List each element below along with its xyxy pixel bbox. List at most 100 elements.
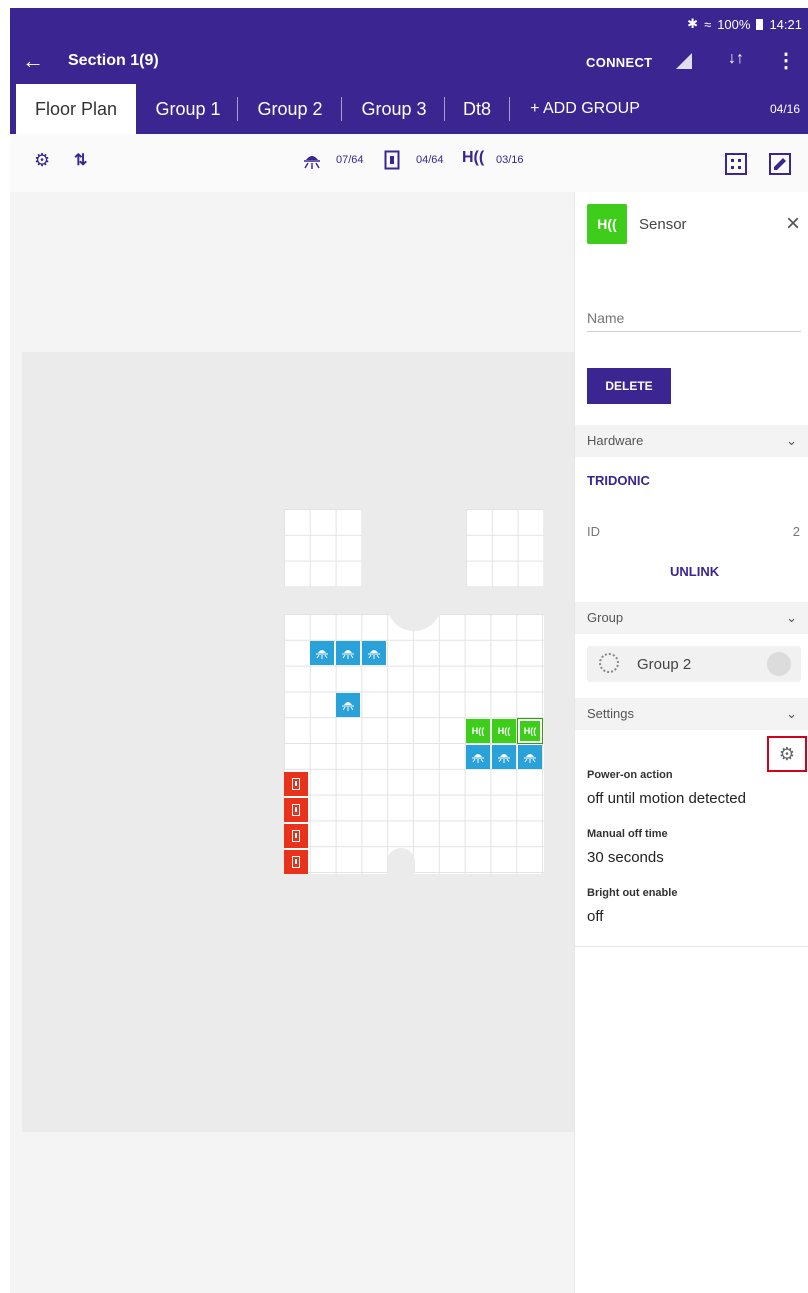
bluetooth-icon: ✱ [687,16,699,31]
group-name: Group 2 [637,656,692,673]
tab-group-1[interactable]: Group 1 [140,84,236,134]
ceiling-light-icon [342,650,354,659]
setting-value: 30 seconds [587,849,664,866]
section-title: Section 1(9) [68,52,159,69]
back-arrow-icon[interactable]: ← [22,48,44,74]
tab-divider [237,97,238,121]
hardware-section-header[interactable]: Hardware ⌄ [575,425,808,457]
tab-label: Floor Plan [34,99,118,119]
section-title: Group [587,610,624,625]
chevron-down-icon: ⌄ [786,610,797,625]
switch-device[interactable] [284,798,308,822]
close-icon[interactable]: × [786,210,800,238]
hardware-vendor: TRIDONIC [587,473,650,488]
settings-gear-button[interactable]: ⚙ [767,736,807,772]
tab-dt8[interactable]: Dt8 [448,84,506,134]
add-group-label: + ADD GROUP [530,100,640,117]
app-bar: ← Section 1(9) CONNECT ↓↑ ⋮ [10,40,808,84]
tab-divider [341,97,342,121]
light-device[interactable] [336,693,360,717]
sensor-counter: 03/16 [496,154,524,166]
switch-device[interactable] [284,850,308,874]
tab-label: Group 3 [361,99,427,119]
light-device[interactable] [310,641,334,665]
unlink-button[interactable]: UNLINK [670,564,719,579]
switch-icon [292,856,300,868]
switch-device[interactable] [284,772,308,796]
connect-button[interactable]: CONNECT [586,55,652,70]
id-label: ID [587,524,600,539]
switch-counter: 04/64 [416,154,444,166]
ceiling-light-icon [342,702,354,711]
clock: 14:21 [769,16,802,32]
add-group-button[interactable]: + ADD GROUP [516,84,654,134]
light-device[interactable] [518,745,542,769]
tab-label: Group 2 [257,99,323,119]
room-upper-left [284,509,362,587]
ceiling-light-icon [498,754,510,763]
sliders-icon[interactable]: ⇅ [74,150,87,170]
ceiling-light-icon [304,156,320,169]
tab-label: Dt8 [462,99,491,119]
signal-icon [676,53,692,69]
fit-screen-icon[interactable] [724,152,748,176]
name-input[interactable] [587,304,801,332]
sensor-type-icon: H(( [587,204,627,244]
floorplan-toolbar: ⚙ ⇅ 07/64 04/64 H(( 03/16 [10,134,808,192]
group-toggle[interactable] [767,652,791,676]
setting-label: Power-on action [587,769,673,781]
chevron-down-icon: ⌄ [786,706,797,721]
sensor-device[interactable]: H(( [466,719,490,743]
settings-section-header[interactable]: Settings ⌄ [575,698,808,730]
light-device[interactable] [492,745,516,769]
switch-icon [384,150,400,170]
setting-value: off until motion detected [587,790,746,807]
section-title: Settings [587,706,634,721]
tab-floor-plan[interactable]: Floor Plan [16,84,136,134]
tab-group-3[interactable]: Group 3 [346,84,442,134]
group-section-header[interactable]: Group ⌄ [575,602,808,634]
light-device[interactable] [466,745,490,769]
switch-icon [292,830,300,842]
door-bottom [387,848,415,876]
delete-button[interactable]: DELETE [587,368,671,404]
selected-sensor-device[interactable]: H(( [517,718,543,744]
more-menu-icon[interactable]: ⋮ [776,48,796,73]
switch-device[interactable] [284,824,308,848]
gear-icon[interactable]: ⚙ [34,150,50,171]
floor-plan-canvas[interactable]: H(( H(( H(( [22,352,574,1132]
switch-icon [292,804,300,816]
light-device[interactable] [362,641,386,665]
device-type-label: Sensor [639,216,687,233]
sensor-icon: H(( [523,726,537,736]
app-window: ✱ ≈ 100% 14:21 ← Section 1(9) CONNECT ↓↑… [10,8,808,1293]
room-upper-right [466,509,544,587]
setting-value: off [587,908,604,925]
divider [575,946,808,947]
tab-group-2[interactable]: Group 2 [242,84,338,134]
edit-icon[interactable] [768,152,792,176]
ceiling-light-icon [368,650,380,659]
id-value: 2 [792,524,800,539]
sort-icon[interactable]: ↓↑ [728,50,744,68]
switch-icon [292,778,300,790]
light-device[interactable] [336,641,360,665]
section-title: Hardware [587,433,644,448]
sensor-icon: H(( [462,149,485,166]
status-bar: ✱ ≈ 100% 14:21 [10,8,808,40]
group-count: 04/16 [769,102,800,116]
sensor-icon: H(( [497,726,511,736]
setting-label: Manual off time [587,828,668,840]
ceiling-light-icon [316,650,328,659]
chevron-down-icon: ⌄ [786,433,797,448]
device-detail-panel: H(( Sensor × DELETE Hardware ⌄ TRIDONIC … [574,192,808,1293]
group-item[interactable]: Group 2 [587,646,801,682]
tab-bar: Floor Plan Group 1 Group 2 Group 3 Dt8 +… [10,84,808,134]
sensor-device[interactable]: H(( [492,719,516,743]
gear-icon: ⚙ [778,744,796,764]
wifi-icon: ≈ [704,16,712,32]
light-counter: 07/64 [336,154,364,166]
sensor-icon: H(( [471,726,485,736]
tab-divider [509,97,510,121]
group-icon [599,653,619,673]
